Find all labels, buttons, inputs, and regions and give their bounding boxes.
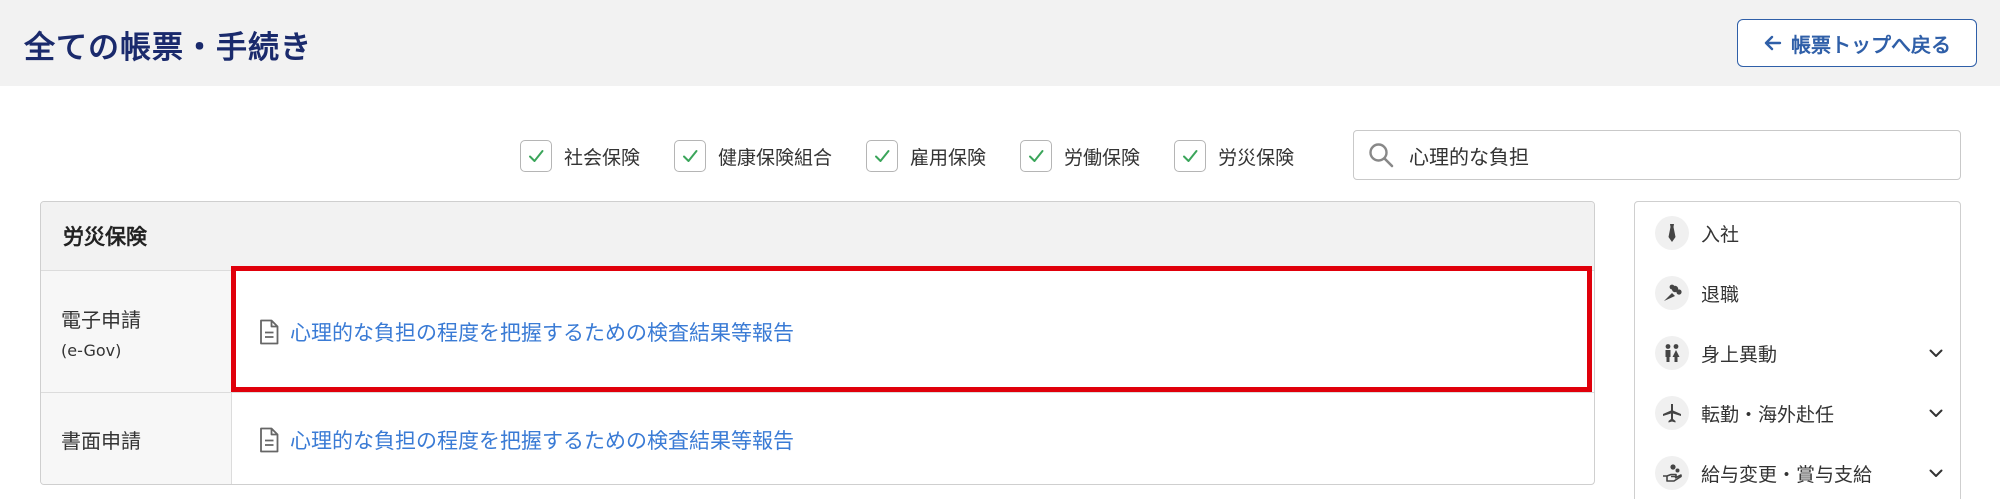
table-row: 電子申請 (e-Gov) 心理的な負担の程度を把握するための検査結果等報告 (41, 271, 1594, 393)
chevron-down-icon[interactable] (1927, 344, 1945, 362)
checkbox[interactable] (1020, 140, 1053, 172)
filter-label: 労働保険 (1064, 146, 1141, 169)
row-content-cell: 心理的な負担の程度を把握するための検査結果等報告 (232, 271, 1594, 392)
couple-icon (1655, 336, 1689, 370)
document-icon (260, 319, 279, 344)
page-header: 全ての帳票・手続き 帳票トップへ戻る (0, 0, 2000, 86)
filter-label: 社会保険 (564, 146, 641, 169)
form-link-electronic[interactable]: 心理的な負担の程度を把握するための検査結果等報告 (258, 317, 794, 347)
bouquet-icon (1655, 276, 1689, 310)
sidebar-item-label: 入社 (1701, 223, 1740, 246)
sidebar-item-retirement[interactable]: 退職 (1655, 273, 1945, 313)
filter-koyo-hoken[interactable]: 雇用保険 (866, 140, 986, 172)
checkbox[interactable] (520, 140, 552, 172)
row-sublabel: (e-Gov) (61, 340, 122, 360)
arrow-left-icon (1764, 35, 1782, 51)
form-link-paper[interactable]: 心理的な負担の程度を把握するための検査結果等報告 (258, 425, 794, 455)
row-label: 書面申請 (61, 429, 141, 453)
chevron-down-icon[interactable] (1927, 464, 1945, 482)
money-hand-icon (1655, 456, 1689, 490)
check-icon (529, 150, 544, 162)
document-icon (260, 427, 279, 452)
filter-label: 労災保険 (1218, 146, 1295, 169)
check-icon (683, 150, 698, 162)
search-box[interactable] (1353, 130, 1961, 180)
filter-label: 健康保険組合 (718, 146, 833, 169)
back-to-forms-top-button[interactable]: 帳票トップへ戻る (1737, 19, 1977, 67)
category-sidebar: 入社 退職 身上異動 転勤・海外赴任 給与変更・賞与支給 (1634, 201, 1961, 499)
necktie-icon (1655, 216, 1689, 250)
sidebar-item-transfer[interactable]: 転勤・海外赴任 (1655, 393, 1945, 433)
insurance-filter-group: 社会保険 健康保険組合 雇用保険 労働保険 労災保険 (520, 138, 1294, 174)
row-label-cell: 書面申請 (41, 393, 232, 484)
results-panel: 労災保険 電子申請 (e-Gov) 心理的な負担の程度を把握するための検査結果等… (40, 201, 1595, 485)
sidebar-item-salary-bonus[interactable]: 給与変更・賞与支給 (1655, 453, 1945, 493)
row-label-cell: 電子申請 (e-Gov) (41, 271, 232, 392)
check-icon (1029, 150, 1044, 162)
back-button-label: 帳票トップへ戻る (1791, 32, 1951, 57)
form-link-label: 心理的な負担の程度を把握するための検査結果等報告 (290, 320, 794, 345)
sidebar-item-label: 退職 (1701, 283, 1740, 306)
section-title: 労災保険 (41, 202, 1594, 271)
page-title: 全ての帳票・手続き (24, 30, 312, 66)
sidebar-item-personal-change[interactable]: 身上異動 (1655, 333, 1945, 373)
sidebar-item-label: 身上異動 (1701, 343, 1778, 366)
airplane-icon (1655, 396, 1689, 430)
row-content-cell: 心理的な負担の程度を把握するための検査結果等報告 (232, 393, 1594, 484)
form-link-label: 心理的な負担の程度を把握するための検査結果等報告 (290, 428, 794, 453)
chevron-down-icon[interactable] (1927, 404, 1945, 422)
checkbox[interactable] (1174, 140, 1207, 172)
filter-kenko-hoken-kumiai[interactable]: 健康保険組合 (674, 140, 832, 172)
check-icon (1183, 150, 1198, 162)
filter-shakai-hoken[interactable]: 社会保険 (520, 140, 640, 172)
filter-rosai-hoken[interactable]: 労災保険 (1174, 140, 1294, 172)
search-icon (1369, 143, 1394, 168)
check-icon (875, 150, 890, 162)
sidebar-item-label: 給与変更・賞与支給 (1701, 463, 1873, 486)
search-input[interactable] (1409, 143, 1929, 167)
sidebar-item-hiring[interactable]: 入社 (1655, 213, 1945, 253)
filter-label: 雇用保険 (910, 146, 987, 169)
filter-rodo-hoken[interactable]: 労働保険 (1020, 140, 1140, 172)
table-row: 書面申請 心理的な負担の程度を把握するための検査結果等報告 (41, 393, 1594, 484)
sidebar-item-label: 転勤・海外赴任 (1701, 403, 1835, 426)
checkbox[interactable] (866, 140, 899, 172)
checkbox[interactable] (674, 140, 707, 172)
row-label: 電子申請 (61, 307, 141, 332)
